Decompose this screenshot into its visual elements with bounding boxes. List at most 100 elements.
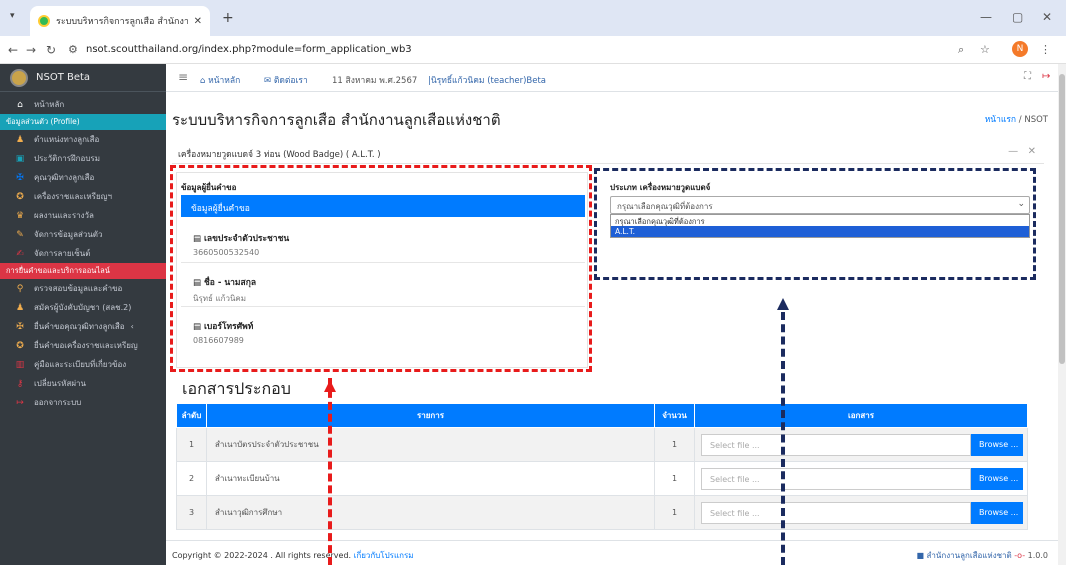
nav-contact-label: ติดต่อเรา — [273, 76, 308, 86]
brand[interactable]: NSOT Beta — [0, 64, 166, 92]
sidebar-item[interactable]: ⚷ เปลี่ยนรหัสผ่าน — [0, 374, 166, 393]
fullscreen-icon[interactable]: ⛶ — [1024, 71, 1031, 82]
browse-button[interactable]: Browse ... — [971, 501, 1023, 524]
nav-home[interactable]: ⌂ หน้าหลัก — [200, 73, 240, 87]
row-no: 2 — [176, 461, 207, 496]
card-header: เครื่องหมายวูดแบดจ์ 3 ท่อน (Wood Badge) … — [172, 140, 1044, 164]
sidebar-item[interactable]: ↦ ออกจากระบบ — [0, 393, 166, 412]
restore-icon[interactable]: ▢ — [1012, 10, 1023, 24]
medal-icon: ✪ — [16, 340, 24, 351]
sidebar-item[interactable]: ♛ ผลงานและรางวัล — [0, 206, 166, 225]
sidebar-item[interactable]: ✎ จัดการข้อมูลส่วนตัว — [0, 225, 166, 244]
site-info-icon[interactable]: ⚙ — [68, 43, 78, 56]
sidebar-item[interactable]: ✠ คุณวุฒิทางลูกเสือ — [0, 168, 166, 187]
remove-icon[interactable]: ✕ — [1028, 146, 1036, 157]
version-icon: -o- — [1014, 551, 1028, 560]
sidebar: NSOT Beta ⌂ หน้าหลัก ข้อมูลส่วนตัว (Prof… — [0, 64, 166, 565]
zoom-icon[interactable]: ⌕ — [958, 43, 964, 57]
sidebar-item-label: ยื่นคำขอคุณวุฒิทางลูกเสือ — [34, 322, 125, 331]
home-icon: ⌂ — [17, 99, 23, 110]
sidebar-item-label: คุณวุฒิทางลูกเสือ — [34, 173, 95, 182]
col-no: ลำดับ — [176, 403, 207, 428]
reload-icon[interactable]: ↻ — [46, 43, 56, 57]
table-row: 2 สำเนาทะเบียนบ้าน 1 Select file ... Browse … — [176, 461, 1028, 496]
url-field[interactable]: nsot.scoutthailand.org/index.php?module=… — [86, 44, 412, 55]
sidebar-item[interactable]: ▣ ประวัติการฝึกอบรม — [0, 149, 166, 168]
row-file: Select file ... Browse ... — [694, 461, 1028, 496]
scrollbar-thumb[interactable] — [1059, 74, 1065, 364]
new-tab-icon[interactable]: + — [222, 10, 234, 26]
tab-title: ระบบบริหารกิจการลูกเสือ สำนักงานลูกเสือแ… — [56, 17, 188, 27]
annotation-navy-box — [594, 168, 1036, 280]
logout-icon[interactable]: ↦ — [1042, 71, 1050, 82]
bookmark-star-icon[interactable]: ☆ — [980, 43, 990, 56]
sidebar-item[interactable]: ✠ ยื่นคำขอคุณวุฒิทางลูกเสือ ‹ — [0, 317, 166, 336]
breadcrumb: หน้าแรก / NSOT — [985, 112, 1048, 126]
browse-button[interactable]: Browse ... — [971, 467, 1023, 490]
sidebar-item[interactable]: ♟ ตำแหน่งทางลูกเสือ — [0, 130, 166, 149]
logout-icon: ↦ — [16, 397, 24, 408]
about-link[interactable]: เกี่ยวกับโปรแกรม — [354, 551, 414, 560]
sidebar-item-label: ผลงานและรางวัล — [34, 211, 94, 220]
sidebar-item-label: จัดการลายเซ็นต์ — [34, 249, 91, 258]
minimize-icon[interactable]: — — [980, 10, 992, 24]
sidebar-item-label: จัดการข้อมูลส่วนตัว — [34, 230, 103, 239]
sidebar-item[interactable]: ♟ สมัครผู้บังคับบัญชา (สลช.2) — [0, 298, 166, 317]
close-tab-icon[interactable]: ✕ — [194, 16, 202, 27]
file-input[interactable]: Select file ... — [701, 433, 971, 456]
forward-icon[interactable]: → — [26, 43, 36, 57]
footer-right: ■ สำนักงานลูกเสือแห่งชาติ -o- 1.0.0 — [916, 549, 1048, 562]
browser-menu-icon[interactable]: ⋮ — [1040, 43, 1051, 56]
row-qty: 1 — [654, 461, 695, 496]
card-tools: — ✕ — [1008, 146, 1036, 157]
sidebar-item-home[interactable]: ⌂ หน้าหลัก — [0, 95, 166, 114]
top-navbar: ≡ ⌂ หน้าหลัก ✉ ติดต่อเรา 11 สิงหาคม พ.ศ.… — [166, 64, 1058, 92]
nav-contact[interactable]: ✉ ติดต่อเรา — [264, 73, 308, 87]
breadcrumb-current: / NSOT — [1018, 115, 1048, 125]
page-scrollbar[interactable] — [1058, 64, 1066, 565]
row-qty: 1 — [654, 495, 695, 530]
tab-list-icon[interactable]: ▾ — [10, 11, 15, 21]
sidebar-item[interactable]: ✪ ยื่นคำขอเครื่องราชและเหรียญ — [0, 336, 166, 355]
page-title: ระบบบริหารกิจการลูกเสือ สำนักงานลูกเสือแ… — [172, 111, 501, 129]
annotation-red-box — [170, 165, 592, 372]
profile-avatar[interactable]: N — [1012, 41, 1028, 57]
hamburger-menu-icon[interactable]: ≡ — [178, 70, 188, 84]
medal-icon: ✪ — [16, 191, 24, 202]
nav-home-label: หน้าหลัก — [208, 76, 241, 86]
home-icon: ⌂ — [200, 76, 209, 86]
collapse-icon[interactable]: — — [1008, 146, 1018, 157]
key-icon: ⚷ — [16, 378, 24, 389]
current-user[interactable]: |นิรุทธิ์แก้วนิคม (teacher)Beta — [428, 73, 546, 87]
address-bar: ← → ↻ ⚙ nsot.scoutthailand.org/index.php… — [0, 36, 1066, 64]
user-plus-icon: ♟ — [15, 302, 25, 313]
annotation-red-arrow — [328, 378, 332, 565]
annotation-navy-arrowhead — [777, 298, 789, 310]
sidebar-item-label: ออกจากระบบ — [34, 398, 82, 407]
col-file: เอกสาร — [694, 403, 1028, 428]
copyright: Copyright © 2022-2024 . All rights reser… — [172, 551, 352, 560]
row-item: สำเนาวุฒิการศึกษา — [206, 495, 655, 530]
row-qty: 1 — [654, 427, 695, 462]
sidebar-item-label: หน้าหลัก — [34, 100, 65, 109]
sidebar-item[interactable]: ▥ คู่มือและระเบียบที่เกี่ยวข้อง — [0, 355, 166, 374]
sidebar-item-label: คู่มือและระเบียบที่เกี่ยวข้อง — [34, 360, 127, 369]
sidebar-section-profile: ข้อมูลส่วนตัว (Profile) — [0, 114, 166, 130]
close-window-icon[interactable]: ✕ — [1042, 10, 1052, 24]
browse-button[interactable]: Browse ... — [971, 433, 1023, 456]
file-input[interactable]: Select file ... — [701, 501, 971, 524]
back-icon[interactable]: ← — [8, 43, 18, 57]
sidebar-item[interactable]: ✪ เครื่องราชและเหรียญฯ — [0, 187, 166, 206]
sidebar-item[interactable]: ✍ จัดการลายเซ็นต์ — [0, 244, 166, 263]
breadcrumb-home[interactable]: หน้าแรก — [985, 115, 1016, 125]
badge-icon: ✠ — [16, 321, 24, 332]
site-favicon-icon — [38, 15, 50, 27]
file-input[interactable]: Select file ... — [701, 467, 971, 490]
footer-org[interactable]: สำนักงานลูกเสือแห่งชาติ — [927, 551, 1012, 560]
signature-icon: ✍ — [16, 248, 24, 259]
mail-icon: ✉ — [264, 76, 274, 86]
browser-tab[interactable]: ระบบบริหารกิจการลูกเสือ สำนักงานลูกเสือแ… — [30, 6, 210, 36]
sidebar-item[interactable]: ⚲ ตรวจสอบข้อมูลและคำขอ — [0, 279, 166, 298]
book-icon: ▥ — [15, 359, 25, 370]
row-no: 1 — [176, 427, 207, 462]
